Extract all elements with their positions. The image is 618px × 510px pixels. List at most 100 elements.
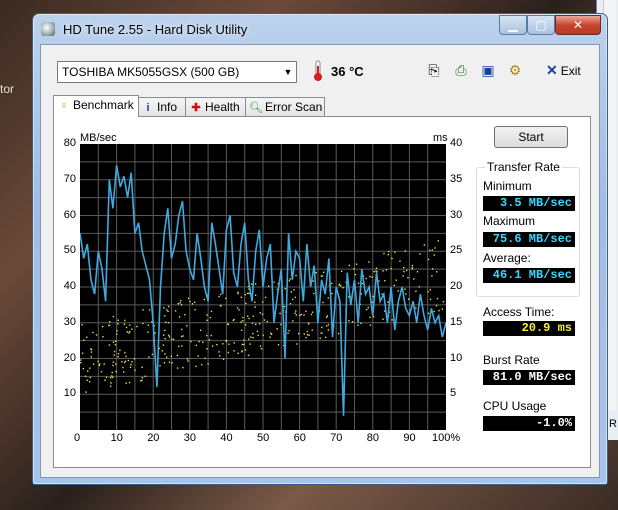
access-time-dot [288,330,290,332]
access-time-dot [433,254,435,256]
access-time-dot [300,313,303,316]
options-icon[interactable]: ⚙ [506,61,524,79]
access-time-dot [141,366,143,368]
access-time-dot [306,334,309,336]
access-time-dot [311,311,314,313]
access-time-dot [180,335,183,338]
access-time-dot [353,268,355,270]
access-time-dot [257,334,259,337]
save-icon[interactable]: ▣ [479,61,497,79]
close-button[interactable]: ✕ [555,15,601,35]
access-time-dot [262,301,264,303]
tab-health[interactable]: ✚ Health [185,97,247,116]
access-time-dot [385,269,388,271]
tab-error-scan-label: Error Scan [265,100,323,114]
access-time-dot [403,266,405,269]
access-time-dot [252,337,254,339]
access-time-dot [112,361,115,363]
chevron-down-icon[interactable]: ▼ [280,62,296,82]
access-time-dot [369,275,371,278]
y2-tick-label: 20 [450,280,463,292]
access-time-dot [200,329,202,331]
access-time-dot [248,338,250,340]
access-time-dot [248,317,250,320]
tab-error-scan[interactable]: 🔍︎ Error Scan [245,97,325,116]
access-time-dot [206,334,208,337]
access-time-dot [168,305,170,308]
access-time-dot [384,280,386,282]
access-time-dot [168,334,170,337]
access-time-dot [290,291,292,293]
access-time-dot [405,293,407,295]
access-time-dot [92,331,94,334]
access-time-dot [441,308,443,310]
access-time-dot [238,309,240,311]
maximize-button[interactable]: ▢ [527,15,555,35]
title-bar[interactable]: HD Tune 2.55 - Hard Disk Utility ▁ ▢ ✕ [33,14,607,44]
access-time-dot [105,376,108,379]
tab-info[interactable]: i Info [137,97,187,116]
access-time-dot [287,332,289,334]
maximum-value: 75.6 MB/sec [483,232,575,247]
drive-select[interactable]: TOSHIBA MK5055GSX (500 GB) ▼ [57,61,297,83]
access-time-dot [415,307,417,309]
access-time-dot [382,318,384,320]
access-time-dot [406,269,408,272]
access-time-dot [393,284,395,287]
tab-benchmark[interactable]: ♀ Benchmark [53,95,139,117]
access-time-dot [113,354,115,356]
access-time-dot [128,324,131,326]
access-time-dot [326,315,329,317]
access-time-dot [292,298,294,301]
y2-tick-label: 40 [450,137,463,149]
access-time-dot [431,249,434,251]
access-time-dot [103,363,105,365]
access-time-dot [296,343,298,345]
start-button[interactable]: Start [494,126,568,148]
access-time-dot [125,355,127,358]
access-time-dot [189,300,191,303]
y2-tick-label: 30 [450,208,463,221]
copy-text-icon[interactable]: ⎘ [425,61,443,79]
access-time-dot [327,297,329,299]
access-time-dot [177,303,179,305]
access-time-dot [236,307,239,309]
access-time-dot [142,322,144,325]
access-time-dot [117,323,119,325]
access-time-dot [342,287,344,289]
access-time-dot [404,288,406,290]
access-time-dot [163,307,165,309]
close-icon: ✕ [572,18,584,32]
tab-info-label: Info [157,100,178,114]
access-time-dot [148,356,150,358]
access-time-dot [165,321,167,323]
access-time-dot [108,344,111,346]
access-time-dot [254,283,257,285]
access-time-dot [211,345,214,347]
access-time-dot [436,271,438,273]
access-time-dot [313,292,315,295]
access-time-dot [180,300,182,302]
access-time-dot [194,301,196,303]
access-time-dot [195,344,197,347]
access-time-dot [206,314,208,316]
access-time-dot [109,385,112,388]
burst-rate-value: 81.0 MB/sec [483,370,575,385]
access-time-dot [276,328,278,330]
access-time-dot [109,377,112,379]
access-time-dot [369,316,371,319]
copy-screenshot-icon[interactable]: ⎙ [452,61,470,79]
x-tick-label: 100% [432,432,461,444]
access-time-dot [195,365,197,368]
access-time-dot [240,321,242,323]
access-time-dot [176,354,178,357]
exit-button[interactable]: ✕ Exit [546,62,581,79]
minimize-button[interactable]: ▁ [499,15,527,35]
access-time-dot [81,352,84,354]
access-time-dot [241,343,244,346]
access-time-dot [219,355,221,357]
access-time-dot [136,325,138,328]
access-time-dot [337,332,340,335]
access-time-dot [295,314,298,316]
app-icon [41,22,55,36]
